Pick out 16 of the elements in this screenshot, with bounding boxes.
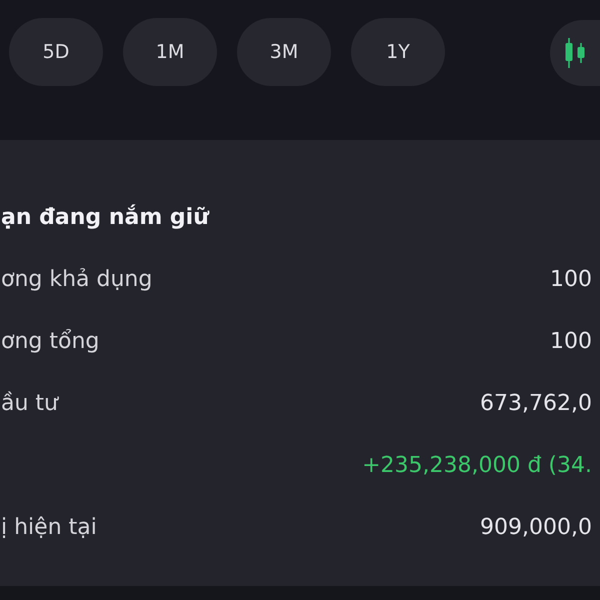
timeframe-tab[interactable]: 3M [237,18,331,86]
field-label: ị hiện tại [1,514,97,540]
field-value: 100 [550,266,592,292]
field-label: ơng khả dụng [1,266,152,292]
field-label: ơng tổng [1,328,100,354]
timeframe-tab[interactable]: 5D [9,18,103,86]
section-title: ạn đang nắm giữ [1,203,209,232]
candlestick-icon [564,38,586,68]
field-label: ầu tư [1,390,58,416]
timeframe-tab[interactable]: 1M [123,18,217,86]
field-value: 100 [550,328,592,354]
field-value: 673,762,0 [480,390,592,416]
timeframe-tab[interactable]: 1Y [351,18,445,86]
field-value: 909,000,0 [480,514,592,540]
chart-type-button[interactable] [550,20,600,86]
field-value: +235,238,000 đ (34. [362,452,592,478]
